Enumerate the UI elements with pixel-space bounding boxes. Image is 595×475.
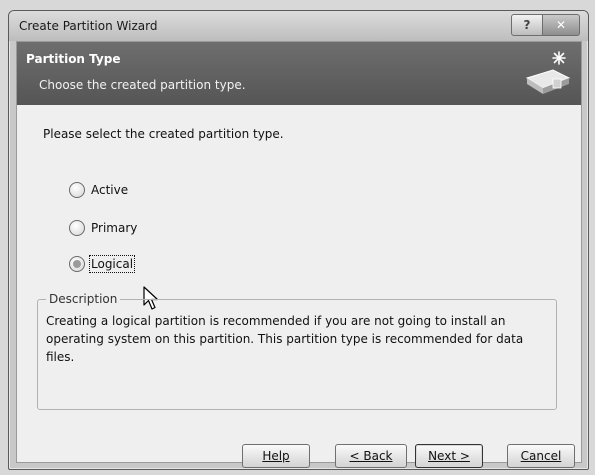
description-text: Creating a logical partition is recommen… xyxy=(46,314,524,364)
header-banner: Partition Type Choose the created partit… xyxy=(17,42,581,105)
close-icon[interactable]: ✕ xyxy=(543,14,580,36)
title-bar-buttons: ? ✕ xyxy=(511,14,580,36)
next-button[interactable]: Next > xyxy=(415,444,483,468)
radio-label-active[interactable]: Active xyxy=(91,183,128,197)
help-icon[interactable]: ? xyxy=(511,14,543,36)
description-legend: Description xyxy=(49,292,118,306)
radio-button-active[interactable] xyxy=(69,182,85,198)
wizard-body: Partition Type Choose the created partit… xyxy=(16,41,582,468)
title-bar: Create Partition Wizard ? ✕ xyxy=(9,11,588,41)
radio-label-primary[interactable]: Primary xyxy=(91,221,137,235)
create-partition-wizard-window: Create Partition Wizard ? ✕ Partition Ty… xyxy=(8,10,589,470)
radio-selected-dot xyxy=(73,260,81,268)
cancel-button[interactable]: Cancel xyxy=(507,444,575,468)
radio-button-logical[interactable] xyxy=(69,256,85,272)
wizard-disk-icon xyxy=(525,51,571,94)
next-button-label: Next > xyxy=(428,449,470,463)
help-button-label: Help xyxy=(262,449,290,463)
back-button[interactable]: < Back xyxy=(335,444,407,468)
back-button-label: < Back xyxy=(349,449,393,463)
radio-button-primary[interactable] xyxy=(69,220,85,236)
page-title: Partition Type xyxy=(26,52,121,66)
help-button[interactable]: Help xyxy=(242,444,310,468)
window-title: Create Partition Wizard xyxy=(19,19,158,33)
cancel-button-label: Cancel xyxy=(520,449,562,463)
description-group: Description Creating a logical partition… xyxy=(37,292,557,410)
partition-type-prompt: Please select the created partition type… xyxy=(43,127,284,141)
page-subtitle: Choose the created partition type. xyxy=(39,78,246,92)
radio-label-logical[interactable]: Logical xyxy=(88,255,136,273)
